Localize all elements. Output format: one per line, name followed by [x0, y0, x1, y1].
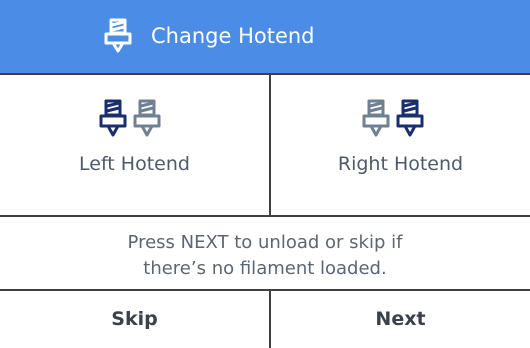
left-hotend-icon-inactive	[362, 99, 390, 137]
instruction-line-1: Press NEXT to unload or skip if	[127, 232, 403, 253]
next-button[interactable]: Next	[271, 291, 530, 348]
hotend-icon	[104, 18, 132, 53]
right-hotend-icon-inactive	[133, 99, 161, 137]
right-hotend-icon-active	[396, 99, 424, 137]
change-hotend-screen: Change Hotend Left Hotend Right Hotend P…	[0, 0, 530, 348]
left-hotend-label: Left Hotend	[79, 153, 190, 175]
header-bar: Change Hotend	[0, 0, 530, 73]
right-hotend-option[interactable]: Right Hotend	[271, 75, 530, 214]
page-title: Change Hotend	[151, 24, 315, 48]
instruction-line-2: there’s no filament loaded.	[143, 258, 387, 279]
left-hotend-icon-active	[99, 99, 127, 137]
skip-button[interactable]: Skip	[0, 291, 269, 348]
left-hotend-option[interactable]: Left Hotend	[0, 75, 269, 214]
right-hotend-label: Right Hotend	[337, 153, 464, 175]
instruction-message: Press NEXT to unload or skip if there’s …	[0, 217, 530, 288]
